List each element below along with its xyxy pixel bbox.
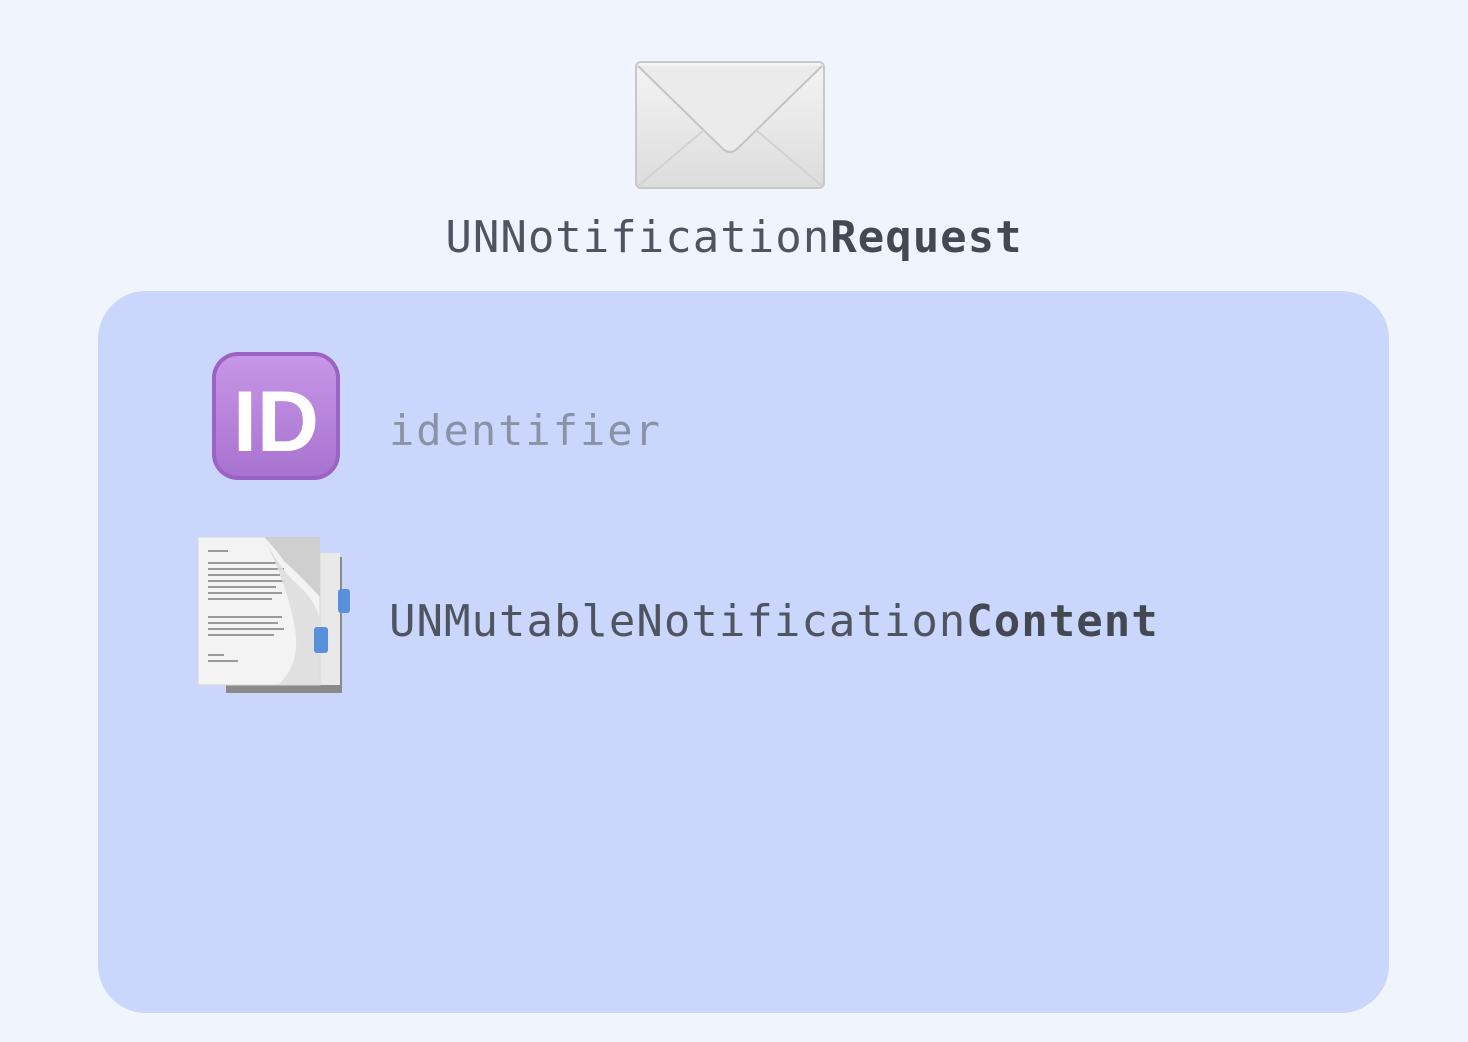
title-emphasis: Request [830, 212, 1023, 263]
document-icon [198, 537, 350, 693]
content-label-emphasis: Content [966, 596, 1159, 647]
title-prefix: UNNotification [445, 212, 831, 263]
diagram-title: UNNotificationRequest [0, 212, 1468, 263]
content-label: UNMutableNotificationContent [389, 596, 1159, 647]
id-icon: ID [212, 352, 340, 480]
content-label-prefix: UNMutableNotification [389, 596, 967, 647]
id-badge-text: ID [233, 374, 319, 470]
request-panel: ID identifier UNMutableNotificationConte… [98, 291, 1389, 1013]
envelope-icon [635, 61, 825, 189]
identifier-label: identifier [389, 406, 662, 455]
